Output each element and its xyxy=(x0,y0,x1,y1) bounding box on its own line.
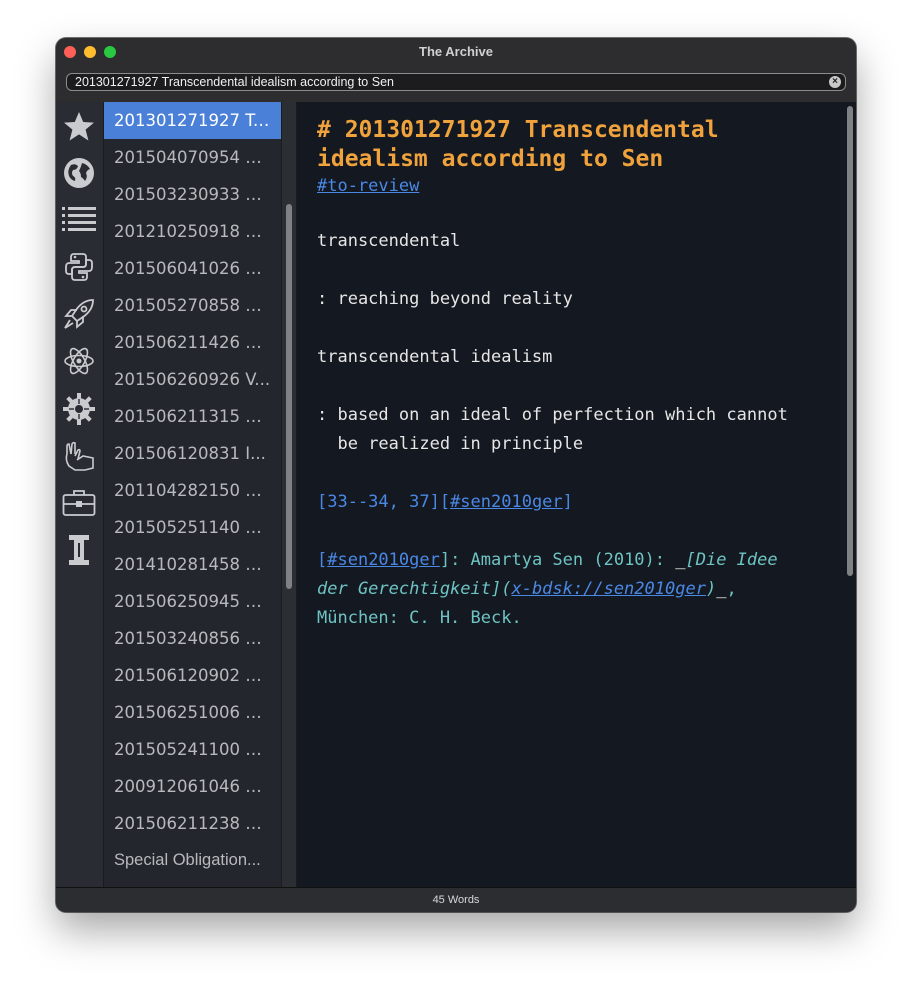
citation-key-link[interactable]: #sen2010ger xyxy=(327,550,440,570)
citation-title: ) xyxy=(705,579,717,599)
note-list-item[interactable]: 201301271927 Tr... xyxy=(104,102,281,139)
note-heading-line: # 201301271927 Transcendental xyxy=(317,117,719,143)
note-list-item[interactable]: 201210250918 C... xyxy=(104,213,281,250)
reference-text: [33--34, 37][ xyxy=(317,492,451,512)
note-list-item[interactable]: 201506260926 V... xyxy=(104,361,281,398)
editor-content[interactable]: # 201301271927 Transcendental idealism a… xyxy=(317,116,827,633)
note-list-item[interactable]: 201506211238 Di... xyxy=(104,805,281,842)
citation-text: ]: Amartya Sen (2010): xyxy=(439,550,676,570)
hand-icon[interactable] xyxy=(62,439,96,473)
citation-url-link[interactable]: x-bdsk://sen2010ger xyxy=(511,579,705,599)
note-list-item[interactable]: 201503240856 R... xyxy=(104,620,281,657)
citation-markup: _ xyxy=(675,550,686,570)
citation-title: der Gerechtigkeit]( xyxy=(317,579,512,599)
reference-text: ] xyxy=(562,492,573,512)
page-reference: [33--34, 37][#sen2010ger] xyxy=(317,488,827,517)
note-list-item[interactable]: 201506251006 R... xyxy=(104,694,281,731)
atom-icon[interactable] xyxy=(62,344,96,378)
window-title: The Archive xyxy=(419,44,493,59)
note-list-item[interactable]: 201506120902 Pr... xyxy=(104,657,281,694)
editor-scroll-thumb[interactable] xyxy=(847,106,853,576)
paragraph: : reaching beyond reality xyxy=(317,289,573,309)
paragraph: be realized in principle xyxy=(317,434,584,454)
note-list-item[interactable]: 201505251140 N... xyxy=(104,509,281,546)
note-heading-line: idealism according to Sen xyxy=(317,146,664,172)
python-icon[interactable] xyxy=(62,250,96,284)
note-list-item[interactable]: 201506120831 I... xyxy=(104,435,281,472)
citation-bracket: [ xyxy=(317,550,328,570)
list-icon[interactable] xyxy=(62,203,96,237)
note-list-scrollbar[interactable] xyxy=(281,102,297,888)
note-editor[interactable]: # 201301271927 Transcendental idealism a… xyxy=(297,102,856,888)
citation-publisher: München: C. H. Beck. xyxy=(317,608,522,628)
i-beam-icon[interactable] xyxy=(62,533,96,567)
citation-markup: _ xyxy=(716,579,727,599)
tag-link[interactable]: #to-review xyxy=(317,176,419,196)
gear-icon[interactable] xyxy=(62,392,96,426)
note-list-item[interactable]: Special Obligation... xyxy=(104,842,281,879)
note-list-item[interactable]: 201504070954 C... xyxy=(104,139,281,176)
citation: [#sen2010ger]: Amartya Sen (2010): _[Die… xyxy=(317,546,827,633)
paragraph: transcendental idealism xyxy=(317,347,553,367)
clear-icon[interactable]: × xyxy=(829,76,841,88)
reference-link[interactable]: #sen2010ger xyxy=(450,492,563,512)
note-list-item[interactable]: 201503230933 C... xyxy=(104,176,281,213)
note-list-item[interactable]: 201505241100 Et... xyxy=(104,731,281,768)
saved-searches-sidebar xyxy=(56,102,104,888)
globe-icon[interactable] xyxy=(62,156,96,190)
note-list-item[interactable]: 201410281458 Et... xyxy=(104,546,281,583)
word-count-status: 45 Words xyxy=(56,887,856,912)
note-list-item[interactable]: 201506211426 W... xyxy=(104,324,281,361)
title-bar: The Archive 201301271927 Transcendental … xyxy=(56,38,856,103)
note-heading: # 201301271927 Transcendental idealism a… xyxy=(317,116,827,174)
note-list: 201301271927 Tr... 201504070954 C... 201… xyxy=(104,102,281,888)
briefcase-icon[interactable] xyxy=(62,486,96,520)
note-list-item[interactable]: 201506041026 O... xyxy=(104,250,281,287)
search-input[interactable]: 201301271927 Transcendental idealism acc… xyxy=(75,75,394,89)
note-list-scroll-thumb[interactable] xyxy=(286,204,292,589)
citation-text: , xyxy=(726,579,737,599)
app-window: The Archive 201301271927 Transcendental … xyxy=(56,38,856,912)
star-icon[interactable] xyxy=(62,110,96,144)
note-list-item[interactable]: 201104282150 C... xyxy=(104,472,281,509)
paragraph: transcendental xyxy=(317,231,461,251)
note-list-item[interactable]: 200912061046 C... xyxy=(104,768,281,805)
note-list-item[interactable]: 201506211315 C... xyxy=(104,398,281,435)
citation-title: [Die Idee xyxy=(685,550,778,570)
paragraph: : based on an ideal of perfection which … xyxy=(317,405,788,425)
note-list-item[interactable]: 201505270858 M... xyxy=(104,287,281,324)
rocket-icon[interactable] xyxy=(62,297,96,331)
omnibar-search-field[interactable]: 201301271927 Transcendental idealism acc… xyxy=(66,73,846,91)
note-list-item[interactable]: 201506250945 M... xyxy=(104,583,281,620)
